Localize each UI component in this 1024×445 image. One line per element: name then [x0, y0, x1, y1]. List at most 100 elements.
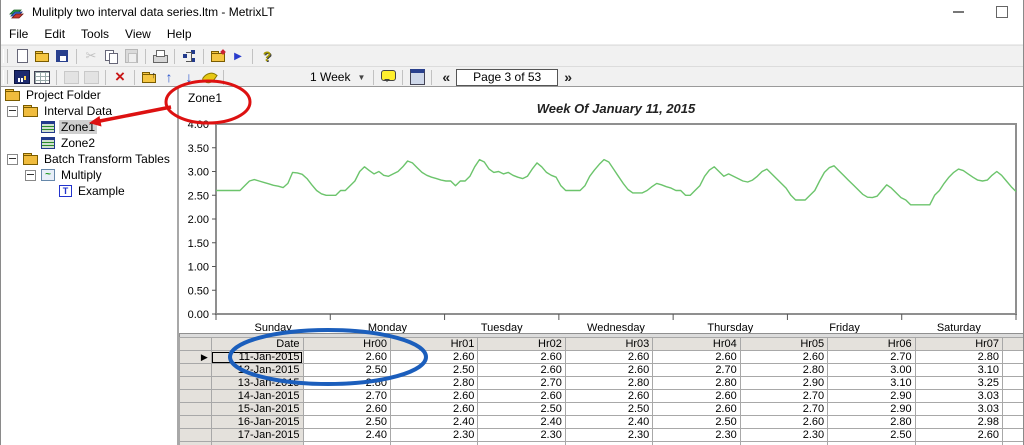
tree-item-zone2[interactable]: Zone2	[1, 135, 177, 151]
value-cell[interactable]: 2.80	[827, 415, 916, 429]
maximize-button[interactable]	[991, 3, 1013, 21]
value-cell[interactable]: 2.80	[564, 376, 654, 390]
tree-item-example[interactable]: T Example	[1, 183, 177, 199]
value-cell[interactable]: 2.70	[827, 350, 916, 364]
value-cell[interactable]: 2.40	[302, 428, 391, 442]
value-cell[interactable]: 3.00	[827, 363, 916, 377]
menu-item-help[interactable]: Help	[159, 25, 200, 43]
date-cell[interactable]: 12-Jan-2015	[210, 363, 304, 377]
value-cell[interactable]: 2.50	[652, 415, 741, 429]
value-cell[interactable]: 2.70	[739, 389, 829, 403]
play-icon[interactable]: ▶	[229, 48, 247, 65]
tree-item-interval-data[interactable]: Interval Data	[1, 103, 177, 119]
open-project-icon[interactable]	[209, 48, 227, 65]
value-cell[interactable]: 2.60	[564, 363, 654, 377]
value-cell[interactable]: 2.50	[389, 363, 479, 377]
date-cell[interactable]: 13-Jan-2015	[210, 376, 304, 390]
column-header-hr02[interactable]: Hr02	[477, 337, 566, 351]
value-cell[interactable]: 2.30	[564, 428, 654, 442]
value-cell[interactable]: 2.80	[739, 363, 829, 377]
next-page-button[interactable]: »	[558, 69, 578, 85]
row-selector[interactable]: ▶	[179, 350, 212, 364]
chart-properties-icon[interactable]	[408, 69, 426, 86]
value-cell[interactable]: 2.80	[302, 376, 391, 390]
date-cell[interactable]: 14-Jan-2015	[210, 389, 304, 403]
title-bar[interactable]: Mulitply two interval data series.ltm - …	[1, 0, 1023, 24]
value-cell[interactable]: 2.60	[302, 350, 391, 364]
column-header-hr01[interactable]: Hr01	[389, 337, 479, 351]
value-cell[interactable]: 2.80	[389, 376, 479, 390]
date-cell[interactable]: 11-Jan-2015	[210, 350, 304, 364]
tree-item-multiply[interactable]: ~ Multiply	[1, 167, 177, 183]
value-cell[interactable]: 2.60	[914, 428, 1004, 442]
open-icon[interactable]	[33, 48, 51, 65]
value-cell[interactable]: 2.50	[564, 402, 654, 416]
copy-icon[interactable]	[102, 48, 120, 65]
row-selector[interactable]	[179, 389, 212, 403]
date-cell[interactable]: 16-Jan-2015	[210, 415, 304, 429]
wizard-icon[interactable]	[13, 69, 31, 86]
menu-item-edit[interactable]: Edit	[36, 25, 73, 43]
value-cell[interactable]: 2.50	[302, 363, 391, 377]
value-cell[interactable]: 3.03	[914, 402, 1004, 416]
row-selector[interactable]	[179, 402, 212, 416]
value-cell[interactable]: 2.30	[389, 428, 479, 442]
value-cell[interactable]: 2.60	[389, 350, 479, 364]
value-cell[interactable]: 2.80	[652, 376, 741, 390]
value-cell[interactable]: 2.30	[477, 428, 566, 442]
date-cell[interactable]: 17-Jan-2015	[210, 428, 304, 442]
value-cell[interactable]: 2.50	[827, 428, 916, 442]
value-cell[interactable]: 2.30	[739, 428, 829, 442]
previous-page-button[interactable]: «	[436, 69, 456, 85]
row-selector[interactable]	[179, 363, 212, 377]
value-cell[interactable]: 2.60	[389, 402, 479, 416]
value-cell[interactable]: 2.90	[827, 389, 916, 403]
value-cell[interactable]: 2.60	[652, 402, 741, 416]
value-cell[interactable]: 2.60	[564, 389, 654, 403]
value-cell[interactable]: 2.40	[389, 415, 479, 429]
value-cell[interactable]: 2.60	[389, 389, 479, 403]
value-cell[interactable]: 2.40	[477, 415, 566, 429]
row-selector[interactable]	[179, 376, 212, 390]
menu-item-tools[interactable]: Tools	[73, 25, 117, 43]
value-cell[interactable]: 3.25	[914, 376, 1004, 390]
value-cell[interactable]: 2.60	[652, 389, 741, 403]
tree-item-project-folder[interactable]: Project Folder	[1, 87, 177, 103]
save-icon[interactable]	[53, 48, 71, 65]
help-icon[interactable]: ?	[258, 48, 276, 65]
column-header-hr03[interactable]: Hr03	[564, 337, 654, 351]
hierarchy-icon[interactable]	[180, 48, 198, 65]
value-cell[interactable]: 2.60	[564, 350, 654, 364]
date-cell[interactable]: 15-Jan-2015	[210, 402, 304, 416]
tree-item-zone1[interactable]: Zone1	[1, 119, 177, 135]
tree-expander[interactable]	[7, 105, 18, 117]
value-cell[interactable]: 2.80	[914, 350, 1004, 364]
column-header-hr06[interactable]: Hr06	[827, 337, 916, 351]
value-cell[interactable]: 2.50	[477, 402, 566, 416]
print-icon[interactable]	[151, 48, 169, 65]
menu-item-view[interactable]: View	[117, 25, 159, 43]
value-cell[interactable]: 2.60	[652, 350, 741, 364]
down-icon[interactable]: ↓	[180, 69, 198, 86]
value-cell[interactable]: 2.90	[827, 402, 916, 416]
value-cell[interactable]: 2.70	[477, 376, 566, 390]
column-header-hr05[interactable]: Hr05	[739, 337, 829, 351]
tree-expander[interactable]	[7, 153, 18, 165]
value-cell[interactable]: 3.10	[827, 376, 916, 390]
value-cell[interactable]: 3.03	[914, 389, 1004, 403]
new-icon[interactable]	[13, 48, 31, 65]
column-header-hr07[interactable]: Hr07	[914, 337, 1004, 351]
delete-icon[interactable]: ×	[111, 67, 129, 86]
column-header-hr00[interactable]: Hr00	[302, 337, 391, 351]
value-cell[interactable]: 2.50	[302, 415, 391, 429]
folder-up-icon[interactable]: ↑	[140, 69, 158, 86]
grid-icon[interactable]	[33, 69, 51, 86]
row-selector[interactable]	[179, 428, 212, 442]
value-cell[interactable]: 2.98	[914, 415, 1004, 429]
value-cell[interactable]: 2.60	[739, 415, 829, 429]
value-cell[interactable]: 2.70	[739, 402, 829, 416]
value-cell[interactable]: 2.40	[564, 415, 654, 429]
value-cell[interactable]: 2.60	[477, 350, 566, 364]
tree-item-batch-transform-tables[interactable]: Batch Transform Tables	[1, 151, 177, 167]
value-cell[interactable]: 2.90	[739, 376, 829, 390]
